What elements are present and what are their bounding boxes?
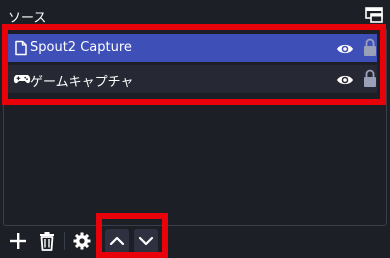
file-icon — [13, 40, 29, 56]
source-item-label: ゲームキャプチャ — [30, 75, 134, 90]
chevron-up-icon — [109, 236, 125, 246]
source-item-label: Spout2 Capture — [30, 40, 132, 55]
sources-dock: ソース Spout2 Capture ゲームキャプチャ — [0, 0, 390, 258]
toolbar-divider — [64, 232, 65, 250]
move-source-up-button[interactable] — [105, 229, 129, 253]
plus-icon — [10, 233, 26, 249]
undock-icon[interactable] — [365, 7, 383, 23]
dock-title: ソース — [8, 11, 47, 26]
lock-icon[interactable] — [363, 38, 377, 57]
eye-icon[interactable] — [336, 72, 354, 86]
gear-icon — [73, 232, 91, 250]
dock-title-bar: ソース — [0, 0, 390, 30]
lock-icon[interactable] — [363, 69, 377, 88]
remove-source-button[interactable] — [35, 229, 59, 253]
gamepad-icon — [13, 71, 31, 87]
chevron-down-icon — [138, 236, 154, 246]
eye-icon[interactable] — [336, 41, 354, 55]
trash-icon — [40, 232, 54, 251]
source-properties-button[interactable] — [70, 229, 94, 253]
source-item-spout2-capture[interactable]: Spout2 Capture — [7, 34, 377, 62]
toolbar-divider — [99, 232, 100, 250]
add-source-button[interactable] — [6, 229, 30, 253]
source-item-game-capture[interactable]: ゲームキャプチャ — [7, 65, 377, 93]
move-source-down-button[interactable] — [134, 229, 158, 253]
